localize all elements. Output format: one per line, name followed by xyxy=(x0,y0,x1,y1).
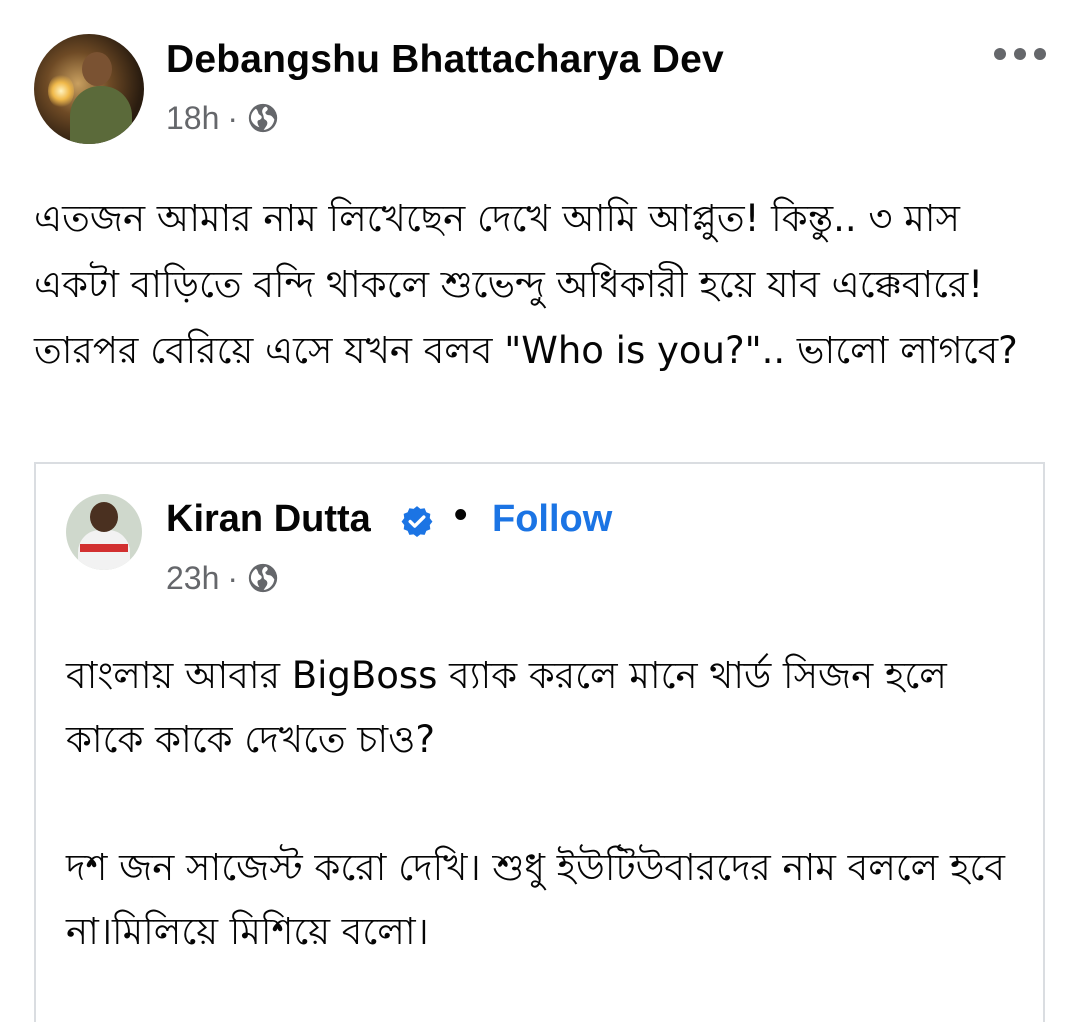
post-timestamp[interactable]: 18h xyxy=(166,100,219,137)
author-avatar[interactable] xyxy=(34,34,144,144)
post-text: এতজন আমার নাম লিখেছেন দেখে আমি আপ্লুত! ক… xyxy=(34,197,1018,372)
shared-post-timestamp[interactable]: 23h xyxy=(166,560,219,597)
verified-badge-icon xyxy=(401,506,433,538)
globe-icon[interactable] xyxy=(246,101,280,135)
shared-post-text-1: বাংলায় আবার BigBoss ব্যাক করলে মানে থার… xyxy=(66,654,947,761)
shared-author-name[interactable]: Kiran Dutta xyxy=(166,498,371,541)
post-meta: 18h · xyxy=(166,98,280,138)
shared-post-text-2: দশ জন সাজেস্ট করো দেখি। শুধু ইউটিউবারদের… xyxy=(66,846,1005,953)
more-horizontal-icon[interactable] xyxy=(994,48,1046,64)
follow-separator: • xyxy=(454,494,468,536)
globe-icon[interactable] xyxy=(246,561,280,595)
follow-button[interactable]: Follow xyxy=(492,498,612,541)
post-header: Debangshu Bhattacharya Dev 18h · xyxy=(34,34,1046,144)
meta-separator: · xyxy=(227,99,239,136)
meta-separator: · xyxy=(227,559,239,596)
shared-post-meta: 23h · xyxy=(166,558,280,598)
author-name[interactable]: Debangshu Bhattacharya Dev xyxy=(166,38,724,82)
shared-post-card[interactable]: Kiran Dutta • Follow 23h · বাংলায় আবার … xyxy=(34,462,1045,1022)
shared-author-avatar[interactable] xyxy=(66,494,142,570)
